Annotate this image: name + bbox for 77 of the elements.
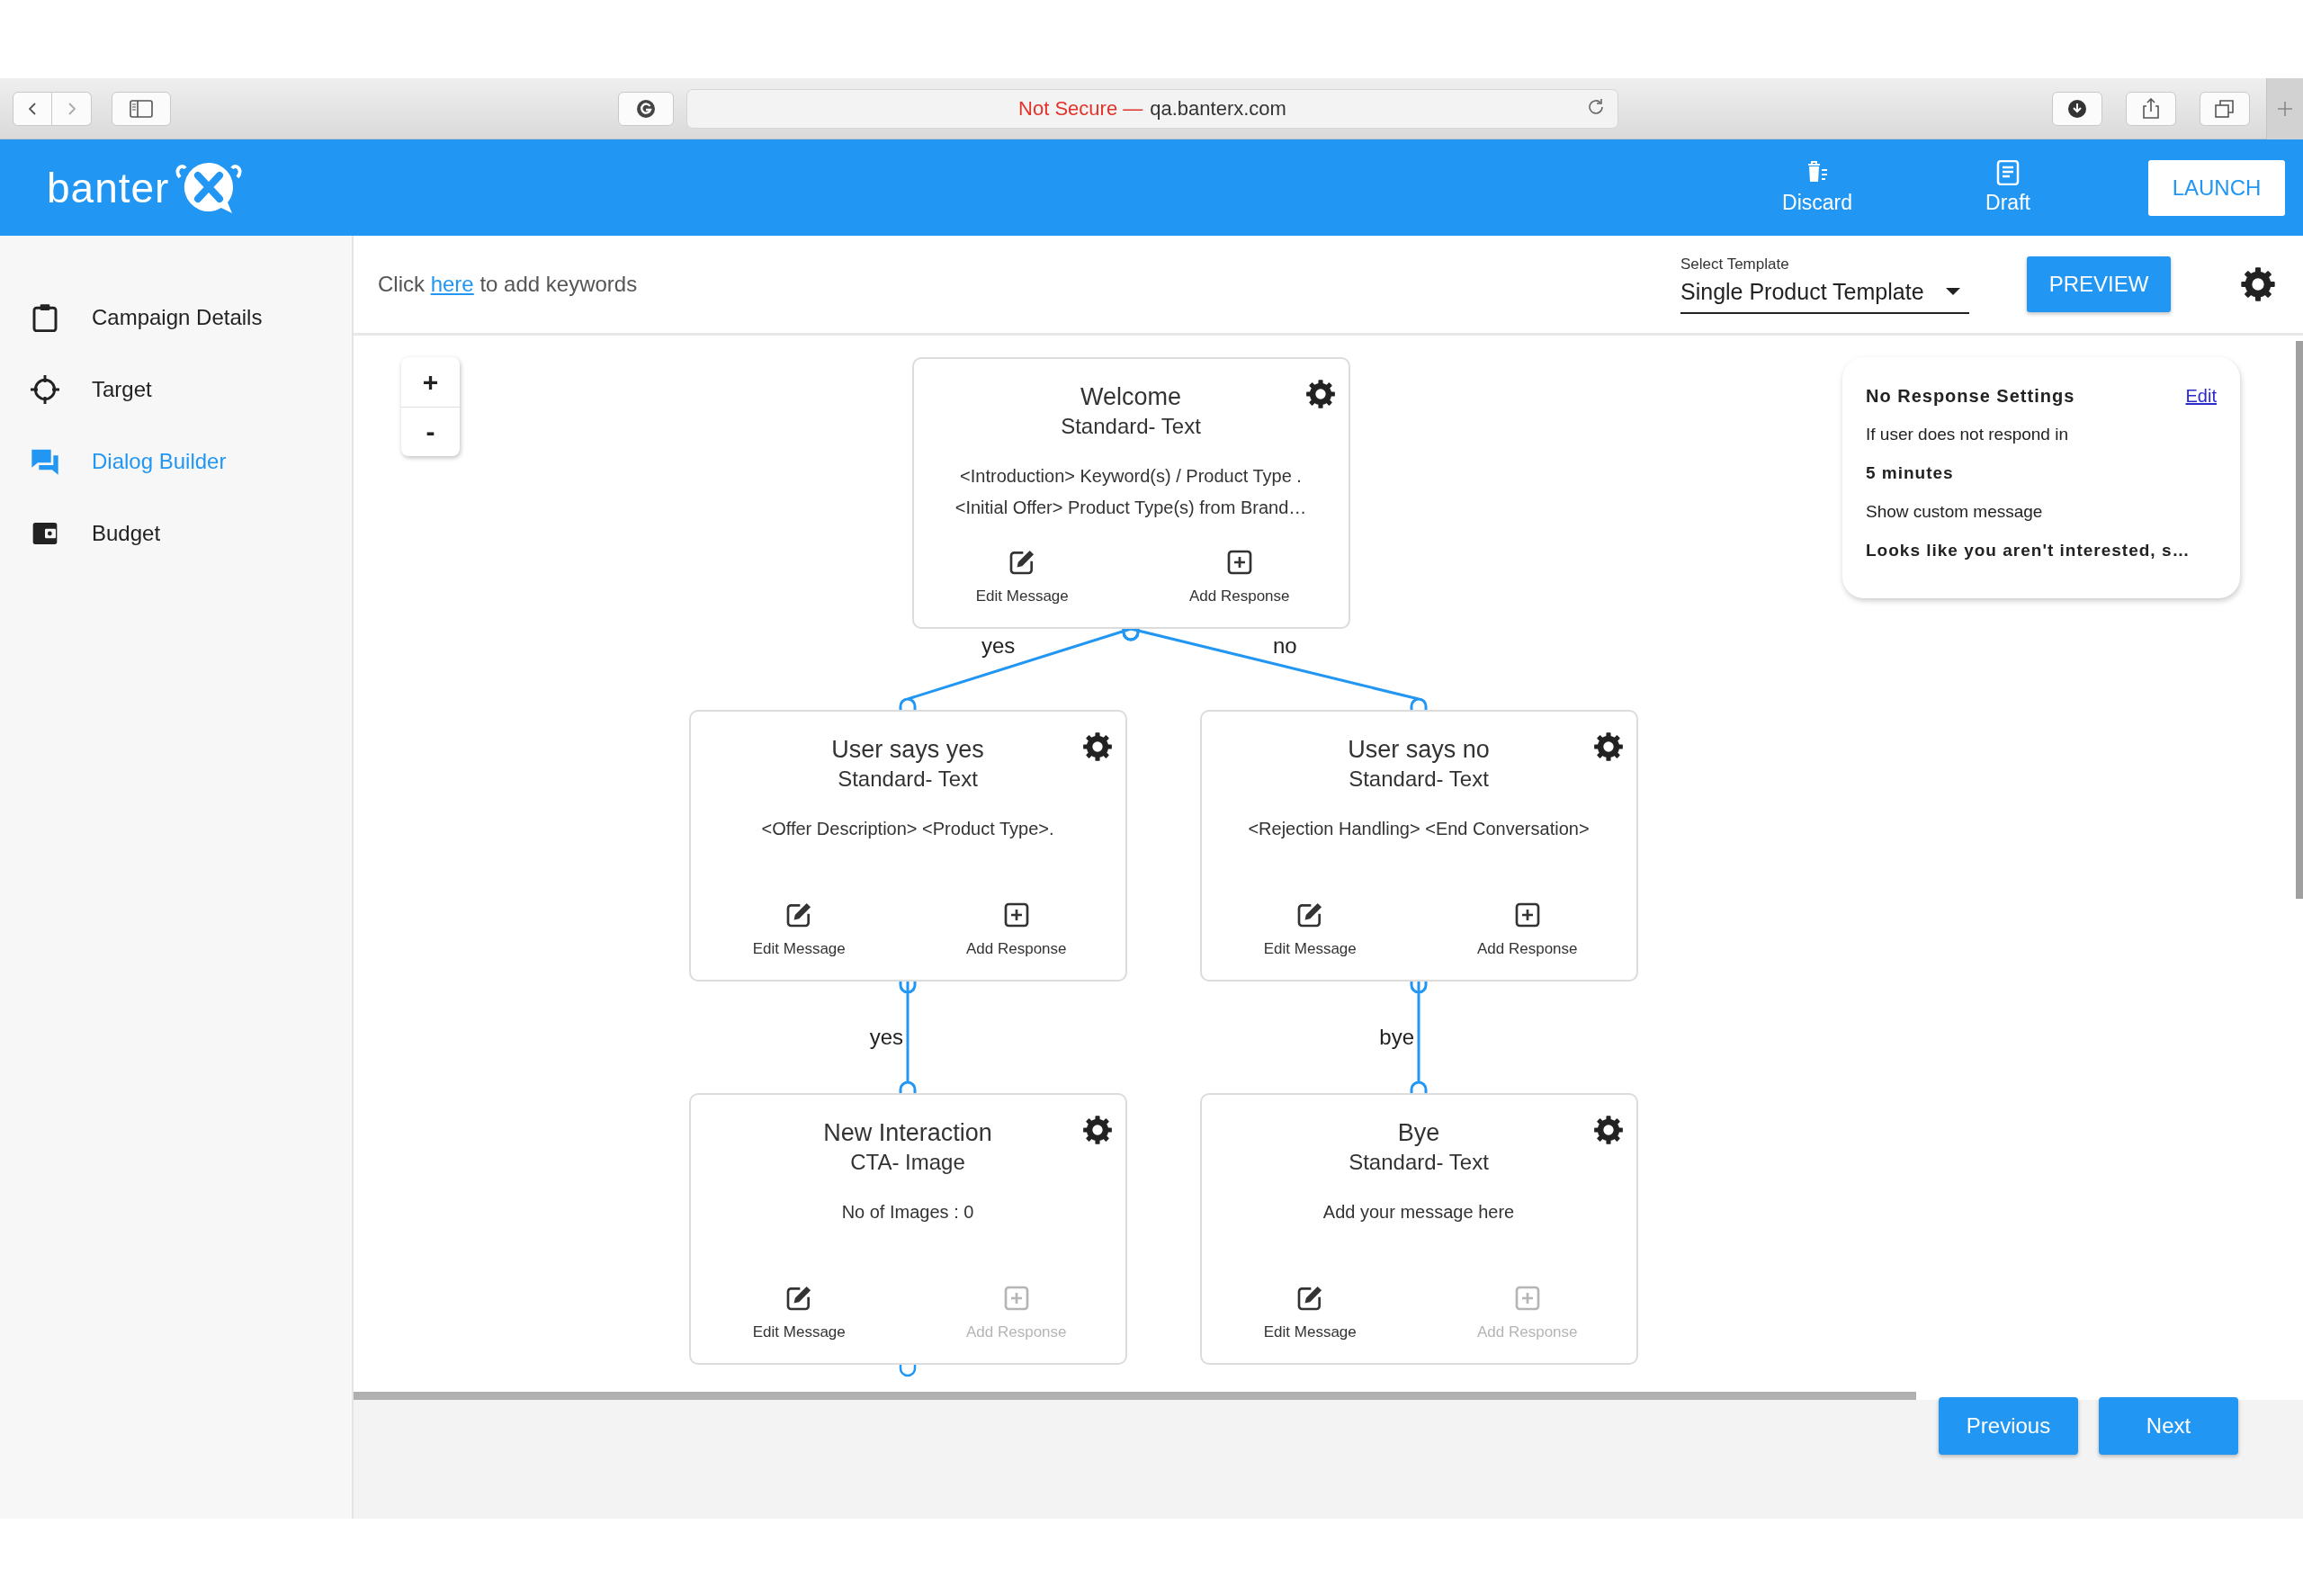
node-type: Standard- Text bbox=[1349, 766, 1489, 793]
settings-icon[interactable] bbox=[1081, 1115, 1113, 1145]
edit-message-button[interactable]: Edit Message bbox=[752, 901, 846, 958]
extension-icon bbox=[636, 98, 656, 119]
share-button[interactable] bbox=[2126, 91, 2176, 126]
message-text: <Offer Description> <Product Type>. bbox=[761, 818, 1054, 840]
node-title: User says no bbox=[1348, 735, 1490, 765]
horizontal-scrollbar[interactable] bbox=[354, 1392, 1916, 1400]
node-type: Standard- Text bbox=[1061, 413, 1201, 440]
zoom-in-button[interactable]: + bbox=[401, 357, 460, 407]
message-text: <Rejection Handling> <End Conversation> bbox=[1248, 818, 1590, 840]
crosshair-icon bbox=[31, 375, 59, 404]
edit-message-button[interactable]: Edit Message bbox=[752, 1284, 846, 1341]
download-icon bbox=[2067, 98, 2087, 119]
node-type: CTA- Image bbox=[850, 1149, 965, 1176]
sidebar-button[interactable] bbox=[112, 91, 171, 126]
extension-button[interactable] bbox=[618, 91, 674, 126]
tabs-button[interactable] bbox=[2200, 91, 2250, 126]
settings-icon[interactable] bbox=[1592, 1115, 1624, 1145]
settings-icon[interactable] bbox=[2240, 266, 2276, 302]
connector-port[interactable] bbox=[899, 1365, 917, 1377]
setting-text: Show custom message bbox=[1866, 501, 2044, 523]
tabs-icon bbox=[2215, 99, 2235, 118]
edge-label: yes bbox=[869, 1025, 903, 1050]
security-warning: Not Secure — bbox=[1018, 96, 1143, 121]
settings-icon[interactable] bbox=[1304, 379, 1336, 409]
message-text: <Initial Offer> Product Type(s) from Brand… bbox=[954, 497, 1307, 519]
setting-text: 5 minutes bbox=[1866, 462, 1955, 484]
logo-text: banter bbox=[47, 163, 170, 212]
settings-icon[interactable] bbox=[1592, 731, 1624, 762]
zoom-out-button[interactable]: - bbox=[401, 407, 460, 456]
chevron-right-icon bbox=[66, 101, 77, 116]
edge-label: no bbox=[1273, 633, 1297, 659]
chat-icon bbox=[31, 447, 59, 476]
edit-link[interactable]: Edit bbox=[2185, 385, 2217, 407]
edge-label: bye bbox=[1379, 1025, 1414, 1050]
sidebar-item[interactable]: Campaign Details bbox=[0, 282, 352, 354]
card-title: No Response Settings bbox=[1866, 385, 2075, 407]
sidebar-icon bbox=[130, 99, 153, 118]
dialog-node[interactable]: User says no Standard- Text <Rejection Handling> <End Conversation> Edit Message Add Response bbox=[1199, 710, 1638, 982]
keywords-hint: Click here to add keywords bbox=[378, 272, 638, 297]
share-icon bbox=[2141, 97, 2161, 120]
message-text: <Introduction> Keyword(s) / Product Type . bbox=[960, 465, 1302, 488]
plus-icon bbox=[2277, 100, 2293, 117]
sidebar-item[interactable]: Target bbox=[0, 354, 352, 426]
reload-icon[interactable] bbox=[1587, 97, 1605, 116]
message-text: Add your message here bbox=[1322, 1201, 1515, 1224]
field-label: Select Template bbox=[1680, 255, 1790, 273]
document-icon bbox=[1996, 160, 2020, 185]
address-bar[interactable]: Not Secure — qa.banterx.com bbox=[686, 88, 1618, 129]
downloads-button[interactable] bbox=[2052, 91, 2102, 126]
add-response-button[interactable]: Add Response bbox=[966, 901, 1067, 958]
add-response-button[interactable]: Add Response bbox=[1189, 548, 1290, 605]
setting-text: Looks like you aren't interested, s… bbox=[1866, 540, 2191, 561]
node-title: Welcome bbox=[1080, 382, 1181, 412]
vertical-scrollbar[interactable] bbox=[2296, 341, 2303, 899]
edit-message-button[interactable]: Edit Message bbox=[975, 548, 1069, 605]
dialog-node[interactable]: User says yes Standard- Text <Offer Description> <Product Type>. Edit Message Add Response bbox=[688, 710, 1127, 982]
caret-icon bbox=[1946, 288, 1960, 295]
template-dropdown[interactable]: Single Product Template bbox=[1680, 278, 1969, 314]
chevron-left-icon bbox=[27, 101, 38, 116]
message-text: No of Images : 0 bbox=[841, 1201, 974, 1224]
sidebar-item[interactable]: Budget bbox=[0, 498, 352, 569]
settings-icon[interactable] bbox=[1081, 731, 1113, 762]
edit-message-button[interactable]: Edit Message bbox=[1263, 1284, 1357, 1341]
node-title: User says yes bbox=[831, 735, 984, 765]
edge-label: yes bbox=[981, 633, 1016, 659]
dialog-node[interactable]: Welcome Standard- Text <Introduction> Keyword(s) / Product Type . <Initial Offer> Product Type(s) from Brand… Edit Message Add Response bbox=[911, 357, 1350, 629]
add-response-button[interactable]: Add Response bbox=[1477, 901, 1578, 958]
clipboard-icon bbox=[31, 303, 59, 332]
edit-message-button[interactable]: Edit Message bbox=[1263, 901, 1357, 958]
node-title: New Interaction bbox=[823, 1118, 992, 1148]
node-type: Standard- Text bbox=[838, 766, 978, 793]
setting-text: If user does not respond in bbox=[1866, 424, 2069, 445]
url-text: qa.banterx.com bbox=[1150, 96, 1286, 121]
node-type: Standard- Text bbox=[1349, 1149, 1489, 1176]
node-title: Bye bbox=[1397, 1118, 1440, 1148]
